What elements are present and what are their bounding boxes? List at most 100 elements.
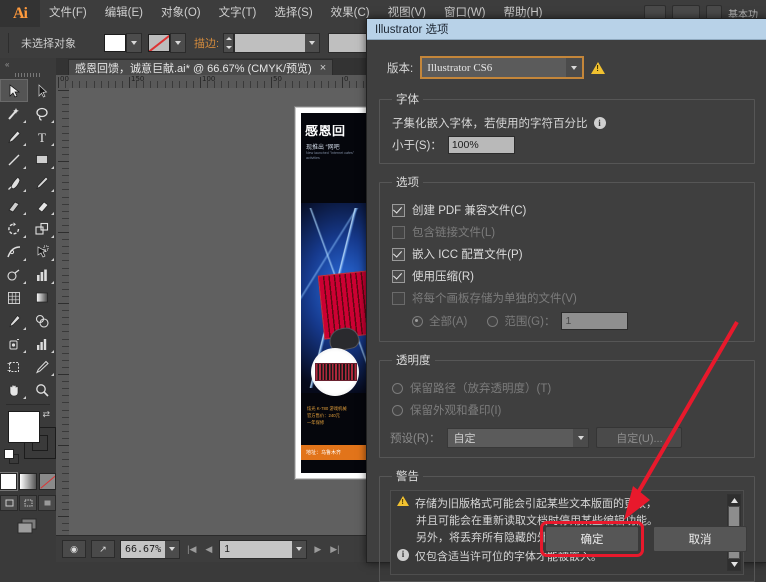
gradient-button[interactable] xyxy=(19,473,37,490)
chevron-down-icon[interactable] xyxy=(305,33,320,52)
free-transform-tool[interactable] xyxy=(28,240,56,263)
preset-select: 自定 xyxy=(447,427,590,448)
last-artboard-button[interactable]: ▶| xyxy=(328,544,341,555)
stroke-color-swatch[interactable] xyxy=(148,33,170,52)
default-fill-stroke-icon[interactable] xyxy=(4,449,19,464)
checkbox-icon[interactable] xyxy=(392,269,405,283)
shape-builder-tool[interactable] xyxy=(0,263,28,286)
fill-dropdown-button[interactable] xyxy=(126,32,142,53)
blend-tool[interactable] xyxy=(28,309,56,332)
preset-label: 预设(R)： xyxy=(390,432,441,445)
eyedropper-tool[interactable] xyxy=(0,309,28,332)
ruler-tick xyxy=(62,146,69,148)
share-on-behance-icon[interactable]: ↗ xyxy=(91,540,115,558)
blob-brush-tool[interactable] xyxy=(0,194,28,217)
pen-tool[interactable] xyxy=(0,125,28,148)
type-tool[interactable]: T xyxy=(28,125,56,148)
cancel-button[interactable]: 取消 xyxy=(653,526,747,552)
magic-wand-tool[interactable] xyxy=(0,102,28,125)
warnings-legend: 警告 xyxy=(396,471,419,483)
fonts-legend: 字体 xyxy=(396,94,419,106)
dialog-title-bar[interactable]: Illustrator 选项 xyxy=(367,19,766,40)
ruler-tick xyxy=(185,81,187,88)
checkbox-icon[interactable] xyxy=(392,203,405,217)
chevron-down-icon[interactable] xyxy=(292,540,307,558)
scale-tool[interactable] xyxy=(28,217,56,240)
prev-artboard-button[interactable]: ◀ xyxy=(203,544,214,555)
option-use-compression[interactable]: 使用压缩(R) xyxy=(392,268,744,284)
width-tool[interactable] xyxy=(0,240,28,263)
selection-tool[interactable] xyxy=(0,79,28,102)
gradient-tool[interactable] xyxy=(28,286,56,309)
fill-color-swatch[interactable] xyxy=(104,33,126,52)
direct-selection-tool[interactable] xyxy=(28,79,56,102)
artboard-number-value: 1 xyxy=(224,543,230,555)
swap-fill-stroke-icon[interactable]: ⇄ xyxy=(42,409,50,420)
version-select[interactable]: Illustrator CS6 xyxy=(420,56,585,79)
rectangle-tool[interactable] xyxy=(28,148,56,171)
menu-select[interactable]: 选择(S) xyxy=(265,0,321,27)
option-label: 保留路径（放弃透明度）(T) xyxy=(410,383,552,395)
stroke-weight-stepper[interactable] xyxy=(223,32,235,53)
slice-tool[interactable] xyxy=(28,355,56,378)
vertical-ruler[interactable] xyxy=(56,88,70,535)
artboard-tool[interactable] xyxy=(0,355,28,378)
scroll-up-icon[interactable] xyxy=(728,495,740,506)
stroke-dropdown-button[interactable] xyxy=(170,32,186,53)
option-create-pdf-compatible[interactable]: 创建 PDF 兼容文件(C) xyxy=(392,202,744,218)
next-artboard-button[interactable]: ▶ xyxy=(312,544,323,555)
artboard-number-combo[interactable]: 1 xyxy=(219,539,308,559)
ruler-tick xyxy=(114,81,116,88)
option-label: 嵌入 ICC 配置文件(P) xyxy=(412,249,523,261)
color-button[interactable] xyxy=(0,473,18,490)
rotate-tool[interactable] xyxy=(0,217,28,240)
checkbox-icon[interactable] xyxy=(392,247,405,261)
preset-value: 自定 xyxy=(453,432,476,445)
version-label: 版本: xyxy=(387,62,414,75)
ruler-tick xyxy=(62,288,69,290)
mesh-tool[interactable] xyxy=(0,286,28,309)
draw-behind-button[interactable] xyxy=(19,495,37,511)
chevron-down-icon[interactable] xyxy=(165,540,180,558)
ruler-tick xyxy=(62,310,69,312)
menu-edit[interactable]: 编辑(E) xyxy=(96,0,152,27)
screen-mode-button[interactable] xyxy=(0,518,56,536)
zoom-tool[interactable] xyxy=(28,378,56,401)
close-icon[interactable]: × xyxy=(320,62,326,74)
hand-tool[interactable] xyxy=(0,378,28,401)
column-graph-tool[interactable] xyxy=(28,332,56,355)
lasso-tool[interactable] xyxy=(28,102,56,125)
option-save-each-artboard: 将每个画板存储为单独的文件(V) xyxy=(392,290,744,306)
info-icon[interactable]: i xyxy=(593,117,606,129)
tools-panel-grip[interactable] xyxy=(0,70,56,79)
line-segment-tool[interactable] xyxy=(0,148,28,171)
stroke-weight-combo[interactable] xyxy=(234,32,321,53)
control-bar-grip[interactable] xyxy=(8,32,9,53)
draw-inside-button[interactable] xyxy=(38,495,56,511)
ruler-tick xyxy=(363,81,365,88)
eraser-tool[interactable] xyxy=(28,194,56,217)
zoom-level-combo[interactable]: 66.67% xyxy=(120,539,181,559)
none-button[interactable] xyxy=(38,473,56,490)
ok-button[interactable]: 确定 xyxy=(540,521,644,557)
menu-object[interactable]: 对象(O) xyxy=(152,0,210,27)
artboard[interactable]: 感恩回 现推出 “网吧 New launched "Internet cafes… xyxy=(295,107,375,479)
option-embed-icc-profile[interactable]: 嵌入 ICC 配置文件(P) xyxy=(392,246,744,262)
graph-tool[interactable] xyxy=(28,263,56,286)
chevron-down-icon[interactable] xyxy=(566,58,583,77)
menu-file[interactable]: 文件(F) xyxy=(40,0,96,27)
first-artboard-button[interactable]: |◀ xyxy=(185,544,198,555)
document-tab[interactable]: 感恩回馈，诚意巨献.ai* @ 66.67% (CMYK/预览) × xyxy=(68,59,334,76)
pencil-tool[interactable] xyxy=(28,171,56,194)
symbol-sprayer-tool[interactable] xyxy=(0,332,28,355)
chevron-down-icon xyxy=(175,40,181,45)
menu-type[interactable]: 文字(T) xyxy=(210,0,266,27)
paintbrush-tool[interactable] xyxy=(0,171,28,194)
preview-toggle-icon[interactable]: ◉ xyxy=(62,540,86,558)
subset-threshold-input[interactable]: 100% xyxy=(447,136,515,154)
artwork-poster: 感恩回 现推出 “网吧 New launched "Internet cafes… xyxy=(301,113,369,473)
radio-icon xyxy=(487,315,499,327)
tools-panel-collapse[interactable]: « xyxy=(0,58,56,70)
fill-indicator[interactable] xyxy=(8,411,40,443)
draw-normal-button[interactable] xyxy=(0,495,18,511)
